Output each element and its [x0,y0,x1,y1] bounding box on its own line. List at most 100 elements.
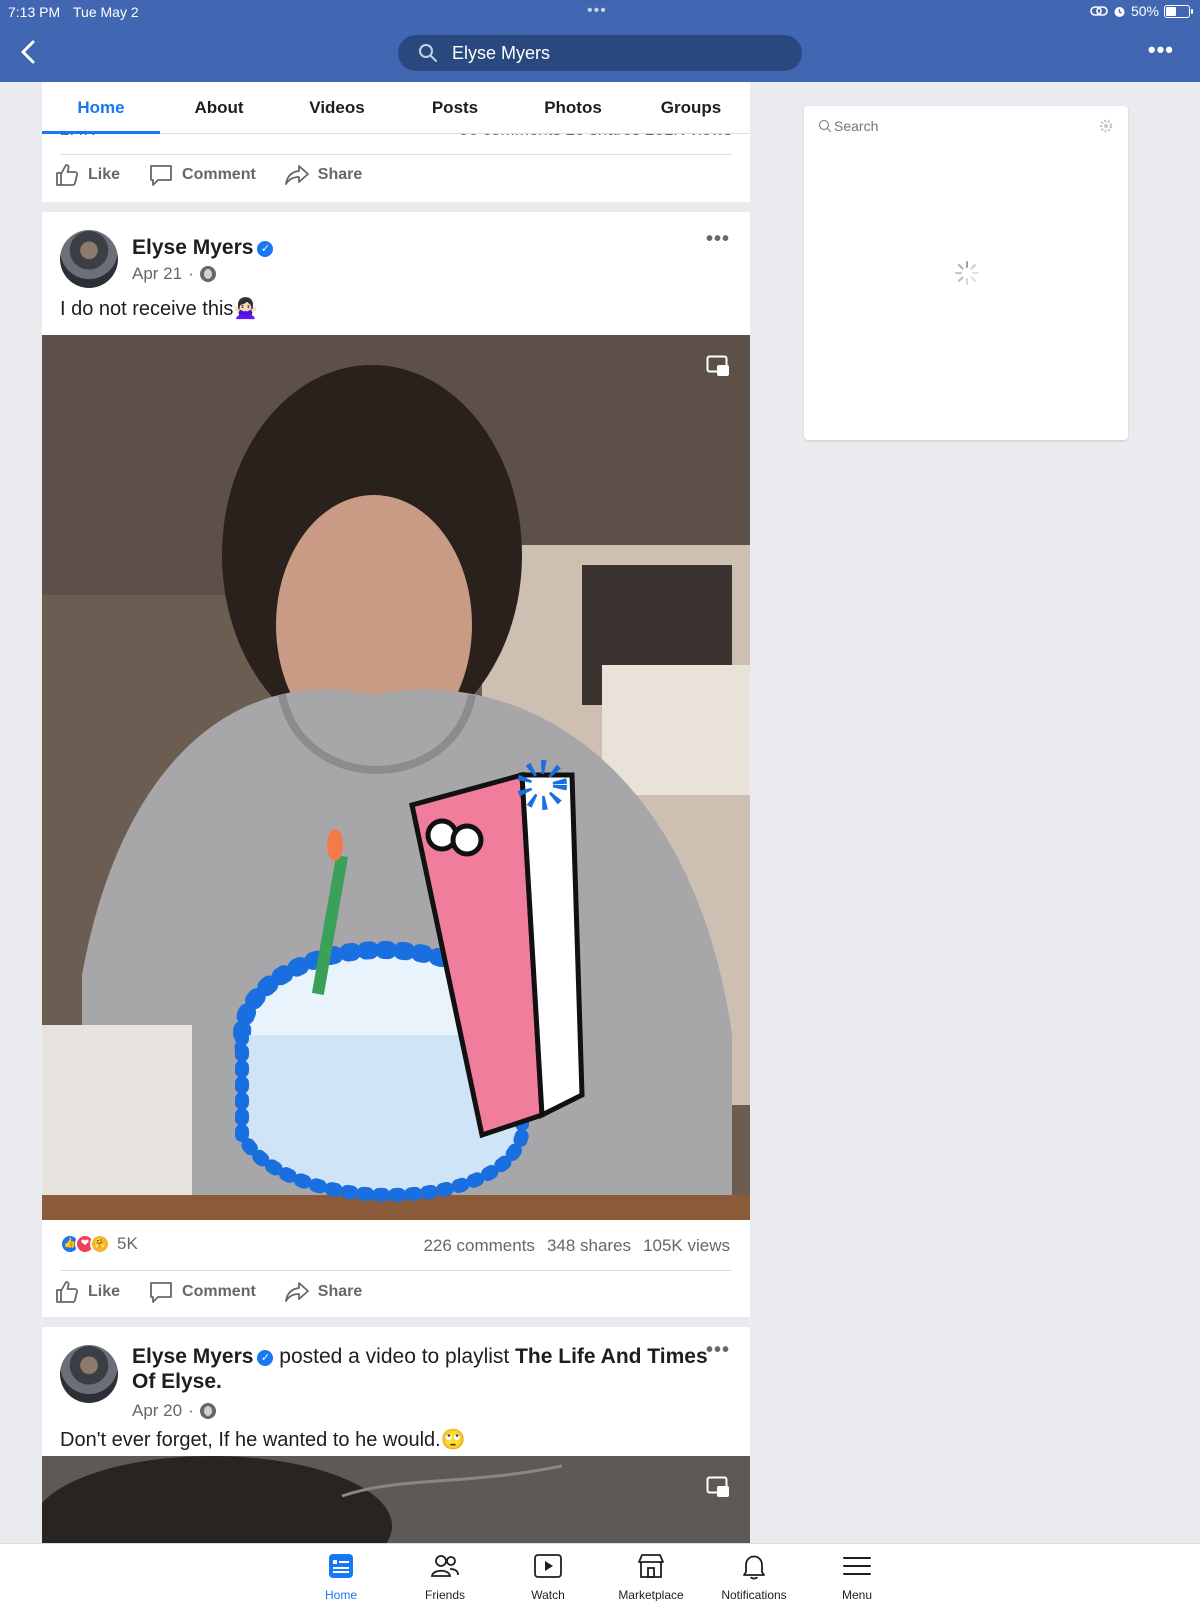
tab-posts[interactable]: Posts [396,82,514,133]
share-icon [284,165,309,185]
watch-icon [534,1554,562,1578]
video-player[interactable] [42,1456,750,1543]
meta-separator: · [188,1401,194,1420]
divider [60,1270,732,1271]
loading-spinner-icon [955,261,979,285]
video-frame [42,335,750,1220]
marketplace-icon [638,1554,664,1578]
post-meta: Apr 20 · [132,1401,216,1421]
bell-icon [743,1555,765,1580]
battery-percent: 50% [1130,3,1159,19]
care-reaction-icon: 🤗 [90,1234,110,1254]
nav-notifications[interactable]: Notifications [699,1550,809,1601]
nav-friends[interactable]: Friends [390,1550,500,1601]
search-input[interactable] [452,42,772,64]
picture-in-picture-icon[interactable] [706,355,730,377]
comments-count[interactable]: 226 comments [423,1236,535,1256]
avatar[interactable] [60,230,118,288]
post-date[interactable]: Apr 20 [132,1401,182,1421]
comment-label: Comment [182,1283,256,1300]
video-player[interactable] [42,335,750,1220]
comment-button[interactable]: Comment [148,1277,256,1307]
share-button[interactable]: Share [284,1277,362,1307]
globe-icon [199,266,216,282]
post-actions: Like Comment Share [54,1277,362,1307]
post-author[interactable]: Elyse Myers ✓ [132,236,274,260]
sidebar-search-card [804,106,1128,440]
share-label: Share [317,1283,363,1300]
nav-home[interactable]: Home [286,1550,396,1601]
post-more-icon[interactable]: ••• [706,1339,730,1362]
nav-watch-label: Watch [531,1588,565,1601]
engagement-stats: 226 comments 348 shares 105K views [423,1236,730,1256]
reaction-count: 5K [117,1234,138,1253]
post-date[interactable]: Apr 21 [132,264,182,284]
link-icon [1090,6,1108,16]
thumbs-up-icon [56,1281,79,1303]
back-chevron-icon[interactable] [16,38,42,66]
bottom-tab-bar: Home Friends Watch Marketplace Notificat… [0,1543,1200,1601]
multitask-dots-icon[interactable]: ••• [587,3,607,19]
more-options-icon[interactable]: ••• [1148,39,1174,61]
friends-icon [430,1555,459,1577]
comment-button[interactable]: Comment [148,160,256,190]
comment-icon [150,165,172,186]
picture-in-picture-icon[interactable] [706,1476,730,1498]
like-button[interactable]: Like [54,160,120,190]
share-label: Share [317,166,363,183]
sidebar-search-input[interactable] [834,118,1034,134]
post-text: I do not receive this🙅🏻‍♀️ [60,298,259,320]
post-author: Elyse Myers ✓ posted a video to playlist … [132,1344,712,1394]
comment-label: Comment [182,166,256,183]
search-bar[interactable] [398,35,802,71]
author-name[interactable]: Elyse Myers [132,1345,253,1368]
sidebar-search[interactable] [818,118,1034,134]
post-card: Elyse Myers ✓ posted a video to playlist … [42,1327,750,1543]
nav-marketplace[interactable]: Marketplace [596,1550,706,1601]
shares-count[interactable]: 348 shares [547,1236,631,1256]
nav-marketplace-label: Marketplace [618,1588,684,1601]
post-text: Don't ever forget, If he wanted to he wo… [60,1429,466,1451]
share-icon [284,1282,309,1302]
post-meta: Apr 21 · [132,264,216,284]
gear-icon[interactable] [1098,118,1114,134]
tab-home[interactable]: Home [42,82,160,134]
thumbs-up-icon [56,164,79,186]
top-bar: 7:13 PM Tue May 2 ••• 50% ••• [0,0,1200,82]
nav-watch[interactable]: Watch [493,1550,603,1601]
search-icon [419,44,437,62]
tab-photos[interactable]: Photos [514,82,632,133]
nav-menu-label: Menu [841,1588,873,1601]
like-button[interactable]: Like [54,1277,120,1307]
post-action-text: posted a video to playlist [279,1345,510,1368]
home-feed-icon [329,1554,353,1578]
tab-about[interactable]: About [160,82,278,133]
globe-icon [199,1403,216,1419]
reaction-summary[interactable]: 👍 ❤ 🤗 5K [60,1234,138,1254]
nav-menu[interactable]: Menu [802,1550,912,1601]
avatar[interactable] [60,1345,118,1403]
views-count: 105K views [643,1236,730,1255]
post-card: Elyse Myers ✓ Apr 21 · ••• I do not recei… [42,212,750,1317]
nav-friends-label: Friends [424,1588,465,1601]
post-more-icon[interactable]: ••• [706,228,730,251]
tab-videos[interactable]: Videos [278,82,396,133]
share-button[interactable]: Share [284,160,362,190]
verified-badge-icon: ✓ [257,241,274,257]
status-indicators: 50% [1090,3,1193,19]
comment-icon [150,1282,172,1303]
nav-notifications-label: Notifications [721,1588,787,1601]
profile-tabs: Home About Videos Posts Photos Groups [42,82,750,134]
battery-icon [1164,4,1193,18]
like-label: Like [88,1283,121,1300]
like-label: Like [88,166,121,183]
status-date: Tue May 2 [73,4,139,20]
author-name: Elyse Myers [132,236,254,259]
hamburger-menu-icon [843,1557,871,1575]
meta-separator: · [188,264,194,283]
status-time: 7:13 PM [8,4,61,20]
tab-groups[interactable]: Groups [632,82,750,133]
search-icon [818,119,832,133]
nav-home-label: Home [324,1588,357,1601]
alarm-icon [1114,6,1125,17]
